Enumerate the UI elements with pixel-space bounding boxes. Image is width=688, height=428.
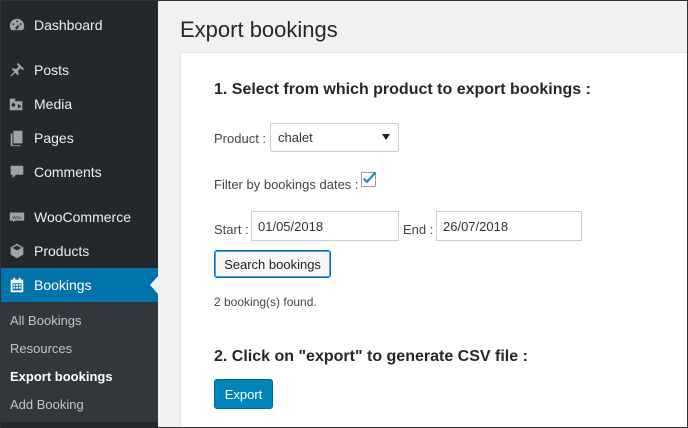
calendar-icon	[7, 275, 27, 295]
menu-item-pages[interactable]: Pages	[1, 121, 158, 155]
checkmark-icon	[362, 171, 377, 184]
products-icon	[7, 241, 27, 261]
comment-icon	[7, 162, 27, 182]
menu-item-posts[interactable]: Posts	[1, 53, 158, 87]
menu-label: Products	[34, 243, 90, 259]
menu-label: Posts	[34, 62, 70, 78]
menu-item-bookings[interactable]: Bookings	[1, 268, 158, 302]
menu-item-comments[interactable]: Comments	[1, 155, 158, 189]
pages-icon	[7, 128, 27, 148]
start-date-value: 01/05/2018	[258, 218, 324, 234]
menu-item-dashboard[interactable]: Dashboard	[1, 8, 158, 42]
chevron-down-icon	[382, 134, 390, 140]
page-title: Export bookings	[180, 17, 338, 42]
menu-label: Bookings	[34, 277, 92, 293]
menu-label: Comments	[34, 164, 102, 180]
product-select-value: chalet	[278, 130, 313, 145]
filter-dates-checkbox[interactable]	[361, 171, 377, 187]
main-content: Export bookings 1. Select from which pro…	[158, 1, 687, 427]
menu-label: WooCommerce	[34, 209, 131, 225]
menu-label: Dashboard	[34, 17, 103, 33]
admin-sidebar: Dashboard Posts Media Pages Comments Woo…	[1, 1, 158, 428]
bookings-submenu: All Bookings Resources Export bookings A…	[1, 302, 158, 422]
submenu-add-booking[interactable]: Add Booking	[1, 390, 158, 418]
result-text: 2 booking(s) found.	[214, 295, 317, 309]
dashboard-icon	[7, 15, 27, 35]
section-1-title: 1. Select from which product to export b…	[214, 81, 591, 98]
menu-label: Media	[34, 96, 73, 112]
start-label: Start :	[214, 222, 249, 237]
product-select[interactable]: chalet	[270, 123, 399, 152]
woocommerce-icon: Woo	[7, 207, 27, 227]
end-date-input[interactable]: 26/07/2018	[436, 211, 582, 241]
search-bookings-button[interactable]: Search bookings	[214, 250, 331, 278]
export-panel: 1. Select from which product to export b…	[180, 52, 687, 427]
product-label: Product :	[214, 131, 267, 146]
menu-item-products[interactable]: Products	[1, 234, 158, 268]
menu-item-woocommerce[interactable]: Woo WooCommerce	[1, 200, 158, 234]
start-date-input[interactable]: 01/05/2018	[251, 211, 399, 241]
submenu-resources[interactable]: Resources	[1, 334, 158, 362]
media-icon	[7, 94, 27, 114]
export-button[interactable]: Export	[214, 379, 273, 409]
end-label: End :	[403, 222, 434, 237]
submenu-export-bookings[interactable]: Export bookings	[1, 362, 158, 390]
menu-item-media[interactable]: Media	[1, 87, 158, 121]
svg-text:Woo: Woo	[12, 215, 22, 220]
menu-label: Pages	[34, 130, 74, 146]
end-date-value: 26/07/2018	[443, 218, 509, 234]
pushpin-icon	[7, 60, 27, 80]
section-2-title: 2. Click on "export" to generate CSV fil…	[214, 348, 528, 365]
submenu-all-bookings[interactable]: All Bookings	[1, 306, 158, 334]
filter-dates-label: Filter by bookings dates :	[214, 177, 359, 192]
